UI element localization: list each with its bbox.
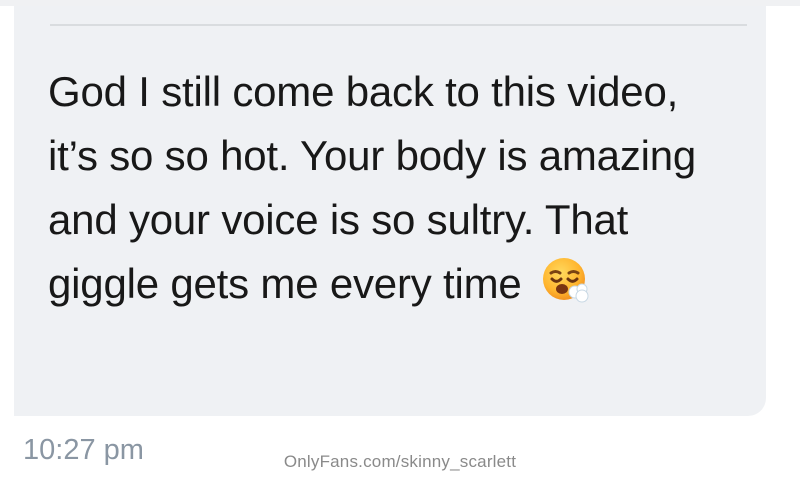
message-bubble: God I still come back to this video, it’… xyxy=(14,6,766,416)
face-exhaling-emoji-icon xyxy=(539,255,591,325)
face-exhaling-emoji-icon xyxy=(543,258,589,303)
message-divider xyxy=(50,24,747,26)
watermark-text: OnlyFans.com/skinny_scarlett xyxy=(283,452,517,471)
message-body: God I still come back to this video, it’… xyxy=(48,60,728,325)
message-text: God I still come back to this video, it’… xyxy=(48,68,697,307)
